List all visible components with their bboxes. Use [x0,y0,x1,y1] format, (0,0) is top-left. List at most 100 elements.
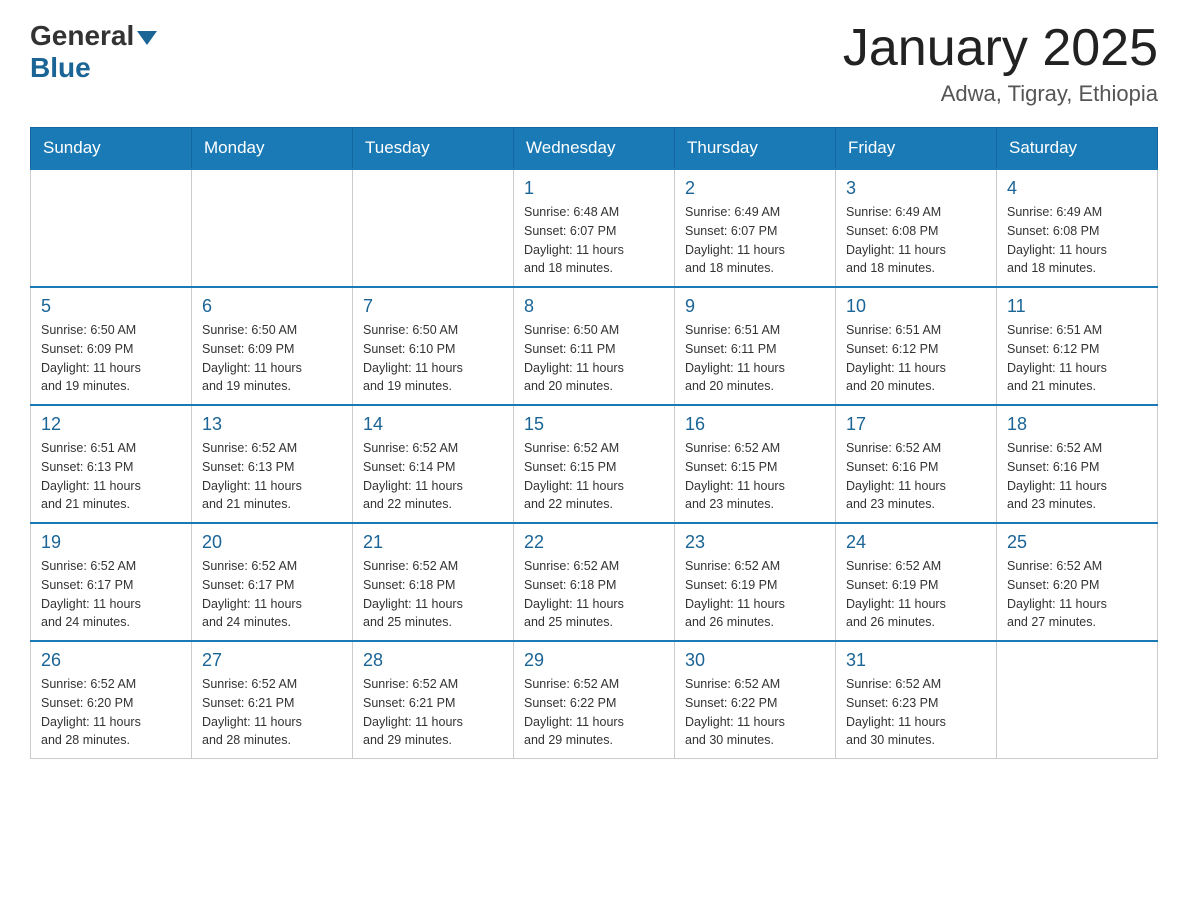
day-number: 4 [1007,178,1147,199]
day-header-sunday: Sunday [31,128,192,170]
day-info: Sunrise: 6:51 AMSunset: 6:13 PMDaylight:… [41,439,181,514]
calendar-cell: 18 Sunrise: 6:52 AMSunset: 6:16 PMDayligh… [997,405,1158,523]
calendar-cell: 14 Sunrise: 6:52 AMSunset: 6:14 PMDayligh… [353,405,514,523]
day-info: Sunrise: 6:50 AMSunset: 6:10 PMDaylight:… [363,321,503,396]
day-header-saturday: Saturday [997,128,1158,170]
day-info: Sunrise: 6:51 AMSunset: 6:11 PMDaylight:… [685,321,825,396]
day-number: 22 [524,532,664,553]
calendar-cell: 2 Sunrise: 6:49 AMSunset: 6:07 PMDaylight… [675,169,836,287]
day-number: 28 [363,650,503,671]
day-info: Sunrise: 6:52 AMSunset: 6:15 PMDaylight:… [524,439,664,514]
calendar-cell: 7 Sunrise: 6:50 AMSunset: 6:10 PMDaylight… [353,287,514,405]
day-info: Sunrise: 6:49 AMSunset: 6:08 PMDaylight:… [1007,203,1147,278]
day-info: Sunrise: 6:51 AMSunset: 6:12 PMDaylight:… [1007,321,1147,396]
calendar-cell: 24 Sunrise: 6:52 AMSunset: 6:19 PMDayligh… [836,523,997,641]
day-info: Sunrise: 6:52 AMSunset: 6:17 PMDaylight:… [202,557,342,632]
day-number: 23 [685,532,825,553]
day-info: Sunrise: 6:52 AMSunset: 6:14 PMDaylight:… [363,439,503,514]
day-info: Sunrise: 6:50 AMSunset: 6:09 PMDaylight:… [202,321,342,396]
day-header-thursday: Thursday [675,128,836,170]
day-number: 21 [363,532,503,553]
day-number: 30 [685,650,825,671]
day-number: 29 [524,650,664,671]
calendar-cell: 16Sunrise: 6:52 AMSunset: 6:15 PMDayligh… [675,405,836,523]
calendar-cell: 10 Sunrise: 6:51 AMSunset: 6:12 PMDayligh… [836,287,997,405]
title-section: January 2025 Adwa, Tigray, Ethiopia [843,20,1158,107]
day-info: Sunrise: 6:52 AMSunset: 6:22 PMDaylight:… [524,675,664,750]
day-info: Sunrise: 6:50 AMSunset: 6:11 PMDaylight:… [524,321,664,396]
day-number: 7 [363,296,503,317]
week-row-4: 19Sunrise: 6:52 AMSunset: 6:17 PMDayligh… [31,523,1158,641]
day-number: 27 [202,650,342,671]
page-header: General Blue January 2025 Adwa, Tigray, … [30,20,1158,107]
calendar-cell: 17Sunrise: 6:52 AMSunset: 6:16 PMDayligh… [836,405,997,523]
calendar-cell: 23 Sunrise: 6:52 AMSunset: 6:19 PMDayligh… [675,523,836,641]
calendar-cell: 20 Sunrise: 6:52 AMSunset: 6:17 PMDayligh… [192,523,353,641]
calendar-table: SundayMondayTuesdayWednesdayThursdayFrid… [30,127,1158,759]
day-number: 1 [524,178,664,199]
day-info: Sunrise: 6:51 AMSunset: 6:12 PMDaylight:… [846,321,986,396]
calendar-cell: 6 Sunrise: 6:50 AMSunset: 6:09 PMDaylight… [192,287,353,405]
calendar-cell: 3 Sunrise: 6:49 AMSunset: 6:08 PMDaylight… [836,169,997,287]
calendar-cell: 9 Sunrise: 6:51 AMSunset: 6:11 PMDaylight… [675,287,836,405]
location-title: Adwa, Tigray, Ethiopia [843,81,1158,107]
day-info: Sunrise: 6:52 AMSunset: 6:13 PMDaylight:… [202,439,342,514]
day-info: Sunrise: 6:52 AMSunset: 6:20 PMDaylight:… [41,675,181,750]
week-row-2: 5 Sunrise: 6:50 AMSunset: 6:09 PMDaylight… [31,287,1158,405]
day-number: 6 [202,296,342,317]
day-info: Sunrise: 6:52 AMSunset: 6:19 PMDaylight:… [685,557,825,632]
day-info: Sunrise: 6:52 AMSunset: 6:21 PMDaylight:… [363,675,503,750]
day-number: 13 [202,414,342,435]
day-number: 3 [846,178,986,199]
header-row: SundayMondayTuesdayWednesdayThursdayFrid… [31,128,1158,170]
calendar-cell: 8 Sunrise: 6:50 AMSunset: 6:11 PMDaylight… [514,287,675,405]
calendar-cell [31,169,192,287]
day-number: 9 [685,296,825,317]
day-info: Sunrise: 6:52 AMSunset: 6:22 PMDaylight:… [685,675,825,750]
calendar-cell: 27 Sunrise: 6:52 AMSunset: 6:21 PMDayligh… [192,641,353,759]
calendar-cell: 29 Sunrise: 6:52 AMSunset: 6:22 PMDayligh… [514,641,675,759]
day-number: 26 [41,650,181,671]
day-number: 5 [41,296,181,317]
day-info: Sunrise: 6:52 AMSunset: 6:18 PMDaylight:… [524,557,664,632]
calendar-cell: 30 Sunrise: 6:52 AMSunset: 6:22 PMDayligh… [675,641,836,759]
day-number: 8 [524,296,664,317]
day-header-friday: Friday [836,128,997,170]
day-number: 18 [1007,414,1147,435]
calendar-cell [997,641,1158,759]
logo: General Blue [30,20,157,84]
day-number: 11 [1007,296,1147,317]
day-number: 14 [363,414,503,435]
day-header-wednesday: Wednesday [514,128,675,170]
calendar-cell: 26 Sunrise: 6:52 AMSunset: 6:20 PMDayligh… [31,641,192,759]
calendar-cell: 13 Sunrise: 6:52 AMSunset: 6:13 PMDayligh… [192,405,353,523]
day-number: 20 [202,532,342,553]
day-info: Sunrise: 6:52 AMSunset: 6:16 PMDaylight:… [846,439,986,514]
day-header-monday: Monday [192,128,353,170]
calendar-cell: 21 Sunrise: 6:52 AMSunset: 6:18 PMDayligh… [353,523,514,641]
calendar-cell: 25 Sunrise: 6:52 AMSunset: 6:20 PMDayligh… [997,523,1158,641]
day-number: 12 [41,414,181,435]
day-info: Sunrise: 6:52 AMSunset: 6:16 PMDaylight:… [1007,439,1147,514]
day-info: Sunrise: 6:52 AMSunset: 6:20 PMDaylight:… [1007,557,1147,632]
month-title: January 2025 [843,20,1158,77]
logo-arrow-icon [137,31,157,45]
logo-blue: Blue [30,52,91,84]
day-info: Sunrise: 6:49 AMSunset: 6:07 PMDaylight:… [685,203,825,278]
day-number: 25 [1007,532,1147,553]
day-info: Sunrise: 6:52 AMSunset: 6:23 PMDaylight:… [846,675,986,750]
day-number: 24 [846,532,986,553]
day-info: Sunrise: 6:52 AMSunset: 6:18 PMDaylight:… [363,557,503,632]
day-number: 15 [524,414,664,435]
day-info: Sunrise: 6:49 AMSunset: 6:08 PMDaylight:… [846,203,986,278]
day-info: Sunrise: 6:52 AMSunset: 6:15 PMDaylight:… [685,439,825,514]
day-number: 31 [846,650,986,671]
day-info: Sunrise: 6:52 AMSunset: 6:19 PMDaylight:… [846,557,986,632]
day-number: 10 [846,296,986,317]
day-header-tuesday: Tuesday [353,128,514,170]
day-info: Sunrise: 6:52 AMSunset: 6:21 PMDaylight:… [202,675,342,750]
calendar-cell [353,169,514,287]
day-number: 2 [685,178,825,199]
calendar-cell: 4 Sunrise: 6:49 AMSunset: 6:08 PMDaylight… [997,169,1158,287]
calendar-cell: 5Sunrise: 6:50 AMSunset: 6:09 PMDaylight… [31,287,192,405]
